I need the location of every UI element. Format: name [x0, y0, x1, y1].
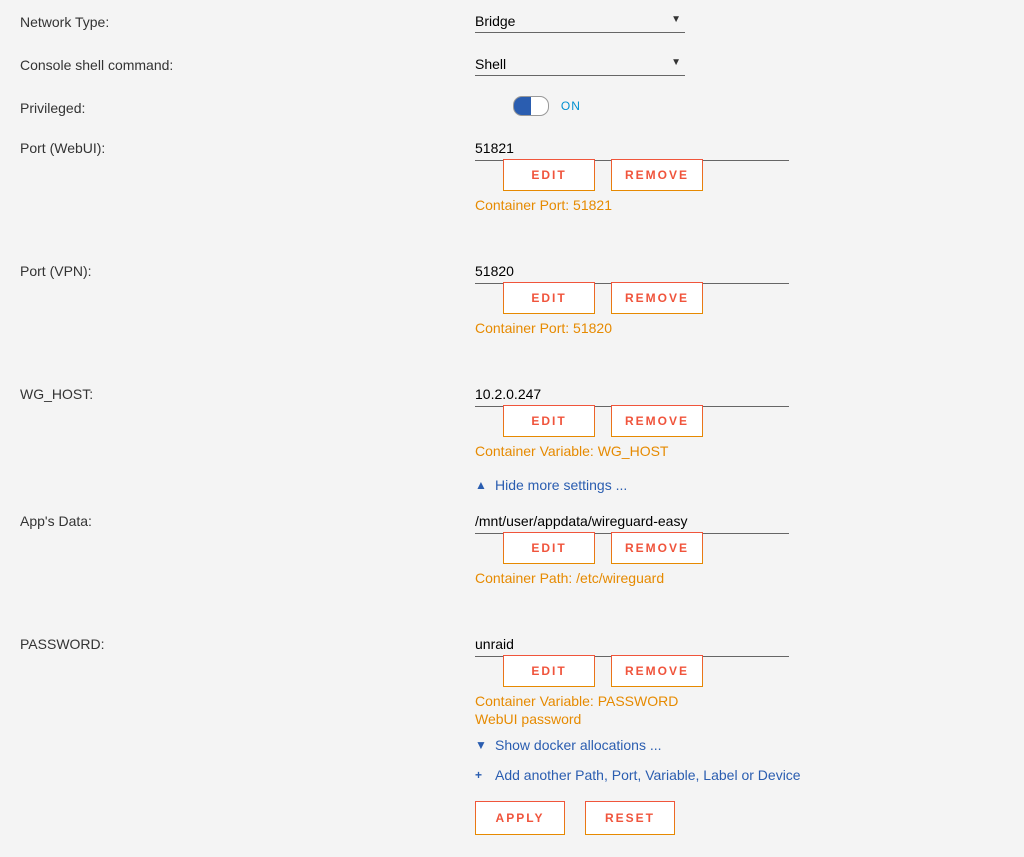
port-vpn-label: Port (VPN): — [20, 259, 475, 279]
wg-host-input[interactable] — [475, 382, 789, 407]
privileged-label: Privileged: — [20, 96, 475, 116]
network-type-select-input[interactable]: Bridge — [475, 10, 685, 32]
app-data-label: App's Data: — [20, 509, 475, 529]
port-vpn-edit-button[interactable]: EDIT — [503, 282, 595, 314]
port-webui-input[interactable] — [475, 136, 789, 161]
password-label: PASSWORD: — [20, 632, 475, 652]
add-another-link[interactable]: + Add another Path, Port, Variable, Labe… — [475, 767, 1004, 783]
password-remove-button[interactable]: REMOVE — [611, 655, 703, 687]
app-data-input[interactable] — [475, 509, 789, 534]
hide-more-settings-link[interactable]: ▲ Hide more settings ... — [475, 477, 1004, 493]
app-data-edit-button[interactable]: EDIT — [503, 532, 595, 564]
port-vpn-input[interactable] — [475, 259, 789, 284]
chevron-up-icon: ▲ — [475, 478, 489, 492]
port-webui-helper: Container Port: 51821 — [475, 197, 1004, 213]
chevron-down-icon: ▼ — [475, 738, 489, 752]
port-webui-label: Port (WebUI): — [20, 136, 475, 156]
password-input[interactable] — [475, 632, 789, 657]
plus-icon: + — [475, 768, 489, 782]
network-type-label: Network Type: — [20, 10, 475, 30]
port-vpn-remove-button[interactable]: REMOVE — [611, 282, 703, 314]
show-docker-allocations-link[interactable]: ▼ Show docker allocations ... — [475, 737, 1004, 753]
privileged-toggle[interactable] — [513, 96, 549, 116]
console-shell-select[interactable]: Shell — [475, 53, 685, 76]
password-helper-2: WebUI password — [475, 711, 1004, 727]
hide-more-settings-label: Hide more settings ... — [495, 477, 627, 493]
port-vpn-helper: Container Port: 51820 — [475, 320, 1004, 336]
app-data-remove-button[interactable]: REMOVE — [611, 532, 703, 564]
wg-host-label: WG_HOST: — [20, 382, 475, 402]
wg-host-edit-button[interactable]: EDIT — [503, 405, 595, 437]
wg-host-remove-button[interactable]: REMOVE — [611, 405, 703, 437]
network-type-select[interactable]: Bridge — [475, 10, 685, 33]
password-helper-1: Container Variable: PASSWORD — [475, 693, 1004, 709]
reset-button[interactable]: RESET — [585, 801, 675, 835]
show-docker-allocations-label: Show docker allocations ... — [495, 737, 662, 753]
privileged-toggle-state: ON — [561, 99, 581, 113]
console-shell-label: Console shell command: — [20, 53, 475, 73]
port-webui-edit-button[interactable]: EDIT — [503, 159, 595, 191]
console-shell-select-input[interactable]: Shell — [475, 53, 685, 75]
app-data-helper: Container Path: /etc/wireguard — [475, 570, 1004, 586]
password-edit-button[interactable]: EDIT — [503, 655, 595, 687]
apply-button[interactable]: APPLY — [475, 801, 565, 835]
port-webui-remove-button[interactable]: REMOVE — [611, 159, 703, 191]
add-another-label: Add another Path, Port, Variable, Label … — [495, 767, 801, 783]
wg-host-helper: Container Variable: WG_HOST — [475, 443, 1004, 459]
